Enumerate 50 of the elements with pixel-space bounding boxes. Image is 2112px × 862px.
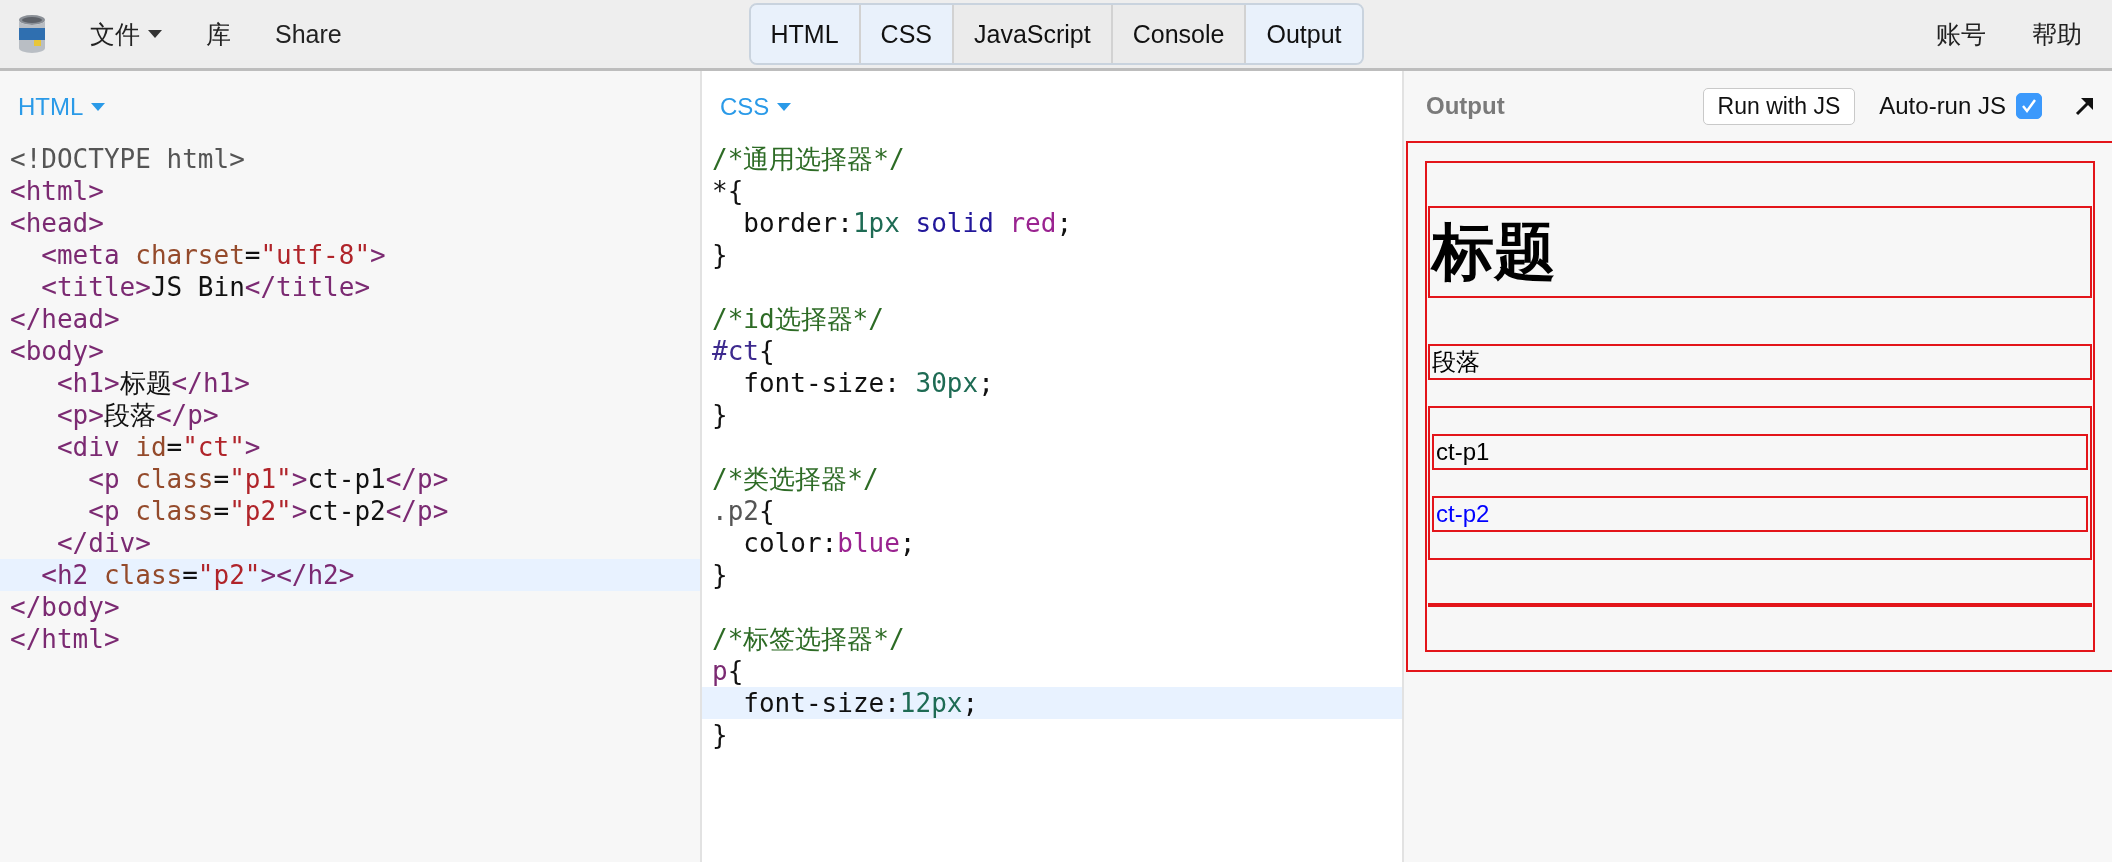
- output-panel-title: Output: [1426, 92, 1505, 120]
- checkbox[interactable]: [2016, 93, 2042, 119]
- code-line: </html>: [9, 623, 121, 655]
- code-line: <title>JS Bin</title>: [40, 271, 372, 303]
- panel-tab[interactable]: Output: [1246, 5, 1362, 63]
- menu-item[interactable]: 账号: [1924, 17, 1998, 51]
- code-line: font-size: 30px;: [742, 367, 995, 399]
- code-line: </head>: [9, 303, 121, 335]
- code-line: </div>: [55, 527, 152, 559]
- code-line: <div id="ct">: [55, 431, 262, 463]
- preview-paragraph: 段落: [1428, 344, 2092, 380]
- code-line: .p2{: [711, 495, 776, 527]
- can-icon[interactable]: [18, 14, 46, 54]
- code-line: /*标签选择器*/: [711, 623, 906, 655]
- code-line: <!DOCTYPE html>: [9, 143, 246, 175]
- menu-item[interactable]: 库: [194, 17, 243, 51]
- code-line: }: [711, 399, 729, 431]
- code-line: <head>: [9, 207, 105, 239]
- autorun-label[interactable]: Auto-run JS: [1879, 92, 2006, 120]
- code-line: }: [711, 719, 729, 751]
- code-line: p{: [711, 655, 745, 687]
- code-line: <h1>标题</h1>: [55, 367, 251, 399]
- code-line: <p class="p1">ct-p1</p>: [87, 463, 450, 495]
- run-button[interactable]: Run with JS: [1702, 87, 1856, 125]
- preview-paragraph: ct-p2: [1432, 496, 2088, 532]
- code-line: /*类选择器*/: [711, 463, 880, 495]
- code-line: <p>段落</p>: [55, 399, 220, 431]
- code-line: }: [711, 239, 729, 271]
- panel-tab[interactable]: CSS: [860, 5, 954, 63]
- code-line: <meta charset="utf-8">: [40, 239, 387, 271]
- code-line: </body>: [9, 591, 121, 623]
- menu-item[interactable]: Share: [263, 19, 354, 49]
- arrow-icon[interactable]: [2074, 95, 2096, 117]
- preview-paragraph: ct-p1: [1432, 434, 2088, 470]
- menu-item[interactable]: 文件: [78, 17, 174, 51]
- panel-tab[interactable]: HTML: [750, 5, 861, 63]
- code-line: <body>: [9, 335, 105, 367]
- code-line: }: [711, 559, 729, 591]
- preview-heading: 标题: [1428, 206, 2092, 298]
- caret-icon: [91, 103, 106, 111]
- code-line: /*通用选择器*/: [711, 143, 906, 175]
- code-line: *{: [711, 175, 745, 207]
- menu-item[interactable]: 帮助: [2020, 17, 2094, 51]
- code-line: /*id选择器*/: [711, 303, 885, 335]
- caret-icon: [777, 103, 792, 111]
- code-line: color:blue;: [742, 527, 917, 559]
- code-line: <html>: [9, 175, 105, 207]
- code-line: border:1px solid red;: [742, 207, 1074, 239]
- code-line: #ct{: [711, 335, 776, 367]
- code-line: <p class="p2">ct-p2</p>: [87, 495, 450, 527]
